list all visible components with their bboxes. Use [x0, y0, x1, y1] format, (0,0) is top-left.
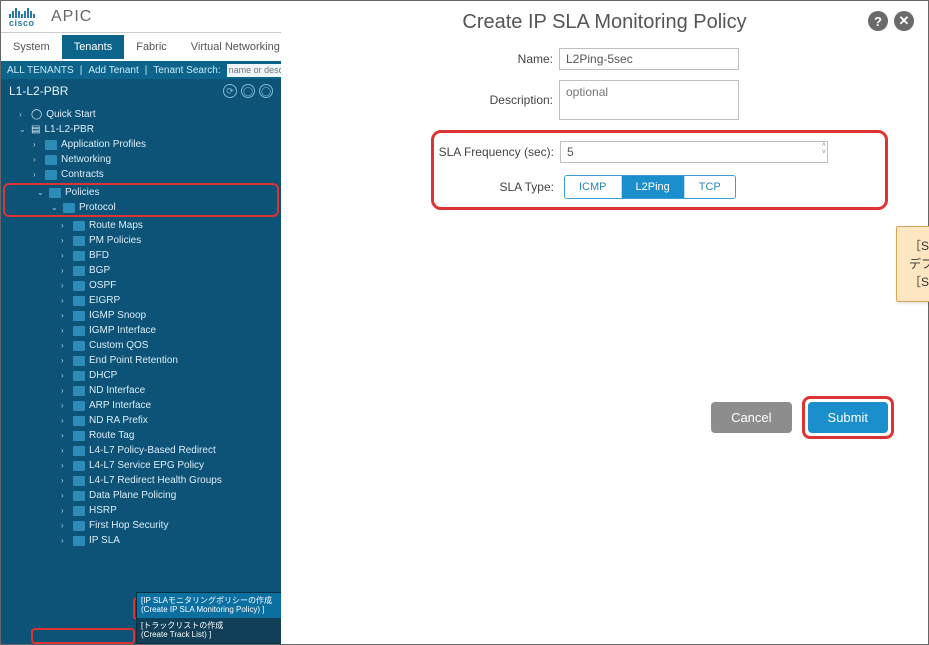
tree-quick-start[interactable]: ›◯ Quick Start — [1, 107, 281, 122]
tree-item[interactable]: › Custom QOS — [1, 338, 281, 353]
highlight-sla-settings: SLA Frequency (sec): ˄ ˅ SLA Type: ICMP … — [431, 130, 888, 210]
name-input[interactable] — [559, 48, 739, 70]
annotation-callout: ［SLA頻度（SLA Frequency）］： デフォルトは 60 秒 ［SLA… — [896, 226, 929, 302]
tree-item[interactable]: › OSPF — [1, 278, 281, 293]
tree-item[interactable]: › Data Plane Policing — [1, 488, 281, 503]
callout-line: ［SLA頻度（SLA Frequency）］： — [909, 237, 929, 255]
callout-line: デフォルトは 60 秒 — [909, 255, 929, 273]
tree-app-profiles[interactable]: › Application Profiles — [1, 137, 281, 152]
sidebar-action-icon[interactable]: ◯ — [259, 84, 273, 98]
help-icon[interactable]: ? — [868, 11, 888, 31]
add-tenant-link[interactable]: Add Tenant — [88, 65, 138, 76]
tree-protocol[interactable]: ⌄ Protocol — [5, 200, 277, 215]
tree-item[interactable]: › First Hop Security — [1, 518, 281, 533]
tab-virtual-networking[interactable]: Virtual Networking — [179, 35, 292, 59]
spinner-up-icon[interactable]: ˄ — [822, 142, 826, 149]
highlight-submit: Submit — [802, 396, 894, 439]
tree-item[interactable]: › L4-L7 Redirect Health Groups — [1, 473, 281, 488]
tenant-search-label: Tenant Search: — [153, 65, 220, 76]
sidebar-action-icon[interactable]: ⟳ — [223, 84, 237, 98]
tree-networking[interactable]: › Networking — [1, 152, 281, 167]
description-label: Description: — [281, 93, 559, 107]
ctx-create-ip-sla-policy[interactable]: [IP SLAモニタリングポリシーの作成 (Create IP SLA Moni… — [137, 593, 281, 618]
tree-contracts[interactable]: › Contracts — [1, 167, 281, 182]
sidebar-title: L1-L2-PBR — [9, 84, 68, 98]
tree-item[interactable]: › HSRP — [1, 503, 281, 518]
tree-item[interactable]: › EIGRP — [1, 293, 281, 308]
tree-item[interactable]: › Route Maps — [1, 218, 281, 233]
sla-type-icmp[interactable]: ICMP — [565, 176, 622, 198]
sla-type-l2ping[interactable]: L2Ping — [622, 176, 685, 198]
modal-panel: Create IP SLA Monitoring Policy ? ✕ Name… — [281, 1, 928, 644]
tree-root-tenant[interactable]: ⌄▤ L1-L2-PBR — [1, 122, 281, 137]
cisco-logo: cisco — [9, 6, 35, 28]
ctx-create-track-list[interactable]: [トラックリストの作成 (Create Track List) ] — [137, 618, 281, 643]
tree-item[interactable]: › ND Interface — [1, 383, 281, 398]
sla-type-tcp[interactable]: TCP — [685, 176, 735, 198]
sidebar: L1-L2-PBR ⟳ ◯ ◯ ›◯ Quick Start ⌄▤ L1-L2-… — [1, 79, 281, 644]
close-icon[interactable]: ✕ — [894, 11, 914, 31]
tree-item[interactable]: › ND RA Prefix — [1, 413, 281, 428]
tree-policies[interactable]: ⌄ Policies — [5, 185, 277, 200]
tab-system[interactable]: System — [1, 35, 62, 59]
context-menu: [IP SLAモニタリングポリシーの作成 (Create IP SLA Moni… — [136, 592, 281, 644]
tree-item[interactable]: › BGP — [1, 263, 281, 278]
tree-item[interactable]: › End Point Retention — [1, 353, 281, 368]
tree-item[interactable]: › IGMP Interface — [1, 323, 281, 338]
spinner-down-icon[interactable]: ˅ — [822, 149, 826, 156]
tree-ip-sla[interactable]: › IP SLA — [1, 533, 281, 548]
name-label: Name: — [281, 52, 559, 66]
cancel-button[interactable]: Cancel — [711, 402, 791, 433]
tree-item[interactable]: › IGMP Snoop — [1, 308, 281, 323]
description-input[interactable] — [559, 80, 739, 120]
modal-footer: Cancel Submit — [711, 396, 894, 439]
sla-frequency-input[interactable] — [560, 141, 828, 163]
tab-tenants[interactable]: Tenants — [62, 35, 125, 59]
highlight-ip-sla — [31, 628, 135, 644]
sla-type-label: SLA Type: — [434, 180, 560, 194]
tree-item[interactable]: › DHCP — [1, 368, 281, 383]
sla-frequency-label: SLA Frequency (sec): — [434, 145, 560, 159]
tree-item[interactable]: › BFD — [1, 248, 281, 263]
cisco-text: cisco — [9, 18, 35, 28]
callout-line: ［SLAタイプ（SLA Type）］：［L2Ping］ — [909, 273, 929, 291]
modal-title: Create IP SLA Monitoring Policy — [281, 11, 928, 34]
tree-item[interactable]: › L4-L7 Policy-Based Redirect — [1, 443, 281, 458]
apic-label: APIC — [51, 8, 92, 26]
tree-item[interactable]: › PM Policies — [1, 233, 281, 248]
nav-tree: ›◯ Quick Start ⌄▤ L1-L2-PBR › Applicatio… — [1, 103, 281, 552]
tree-item[interactable]: › L4-L7 Service EPG Policy — [1, 458, 281, 473]
sidebar-action-icon[interactable]: ◯ — [241, 84, 255, 98]
submit-button[interactable]: Submit — [808, 402, 888, 433]
sla-type-segmented: ICMP L2Ping TCP — [564, 175, 736, 199]
tab-fabric[interactable]: Fabric — [124, 35, 179, 59]
tree-item[interactable]: › ARP Interface — [1, 398, 281, 413]
all-tenants-link[interactable]: ALL TENANTS — [7, 65, 74, 76]
tree-item[interactable]: › Route Tag — [1, 428, 281, 443]
